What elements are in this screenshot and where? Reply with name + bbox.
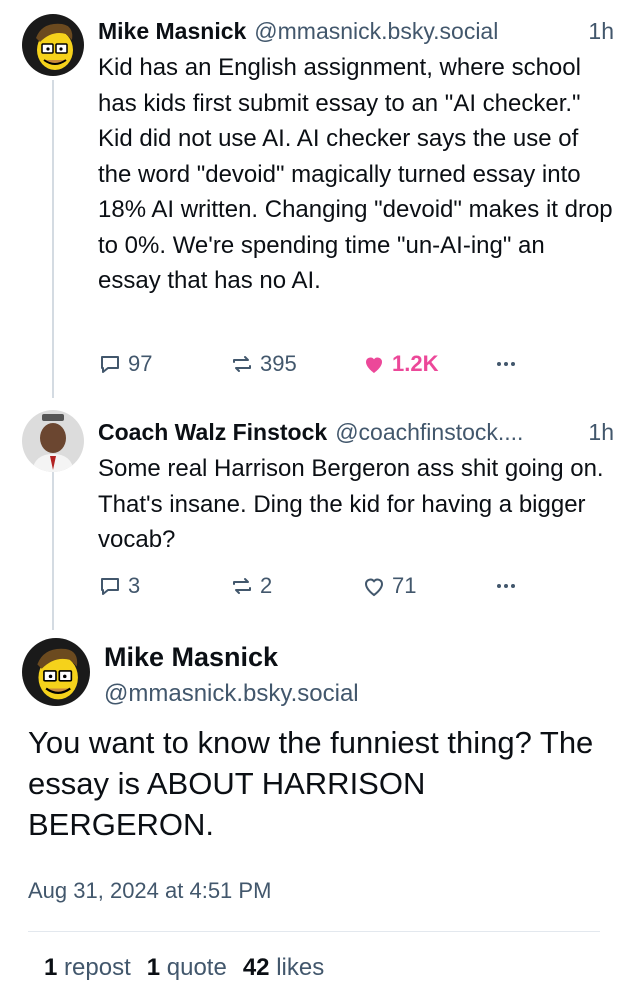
like-count: 71 bbox=[392, 573, 417, 598]
repost-button[interactable]: 2 bbox=[230, 573, 272, 599]
reposts-label: repost bbox=[64, 954, 131, 981]
post-time[interactable]: 1h bbox=[576, 417, 614, 447]
thread-line bbox=[52, 80, 54, 398]
post-actions: 97 395 1.2K bbox=[98, 349, 528, 379]
more-icon bbox=[497, 362, 515, 366]
repost-count: 2 bbox=[260, 573, 273, 598]
avatar[interactable] bbox=[22, 638, 90, 706]
heart-icon bbox=[366, 357, 382, 373]
author-name[interactable]: Mike Masnick bbox=[98, 16, 246, 46]
reposts-count: 1 bbox=[44, 954, 58, 981]
reply-button[interactable]: 3 bbox=[98, 573, 140, 599]
quotes-label: quote bbox=[166, 954, 227, 981]
reply-post[interactable]: Mike Masnick @mmasnick.bsky.social 1h Ki… bbox=[98, 16, 614, 299]
like-count: 1.2K bbox=[392, 351, 439, 376]
author-handle[interactable]: @mmasnick.bsky.social bbox=[254, 16, 498, 46]
likes-count: 42 bbox=[242, 954, 270, 981]
reply-icon bbox=[101, 356, 119, 373]
divider bbox=[28, 931, 600, 932]
post-text: Some real Harrison Bergeron ass shit goi… bbox=[98, 455, 610, 553]
avatar[interactable] bbox=[22, 410, 84, 472]
quotes-stat[interactable]: 1 quote bbox=[147, 954, 227, 982]
reposts-stat[interactable]: 1 repost bbox=[44, 954, 131, 982]
post-text: Kid has an English assignment, where sch… bbox=[98, 54, 620, 294]
post-timestamp: Aug 31, 2024 at 4:51 PM bbox=[28, 878, 272, 903]
more-button[interactable] bbox=[494, 352, 518, 376]
repost-count: 395 bbox=[260, 351, 297, 376]
author-handle[interactable]: @coachfinstock.... bbox=[335, 417, 523, 447]
repost-button[interactable]: 395 bbox=[230, 351, 297, 377]
post-actions: 3 2 71 bbox=[98, 571, 528, 601]
post-header: Mike Masnick @mmasnick.bsky.social 1h bbox=[98, 16, 614, 46]
reply-icon bbox=[101, 578, 119, 595]
reply-count: 3 bbox=[128, 573, 141, 598]
repost-icon bbox=[233, 356, 251, 372]
reply-count: 97 bbox=[128, 351, 153, 376]
post-header: Coach Walz Finstock @coachfinstock.... 1… bbox=[98, 417, 614, 447]
more-button[interactable] bbox=[494, 574, 518, 598]
reply-button[interactable]: 97 bbox=[98, 351, 152, 377]
thread-line bbox=[52, 472, 54, 630]
reply-post[interactable]: Coach Walz Finstock @coachfinstock.... 1… bbox=[98, 417, 614, 558]
heart-icon bbox=[364, 578, 384, 597]
author-name[interactable]: Mike Masnick bbox=[104, 642, 278, 673]
like-button[interactable]: 71 bbox=[362, 573, 416, 599]
author-name[interactable]: Coach Walz Finstock bbox=[98, 417, 327, 447]
avatar[interactable] bbox=[22, 14, 84, 76]
likes-label: likes bbox=[276, 954, 325, 981]
more-icon bbox=[497, 584, 515, 588]
repost-icon bbox=[233, 578, 251, 594]
author-handle[interactable]: @mmasnick.bsky.social bbox=[104, 680, 359, 708]
likes-stat[interactable]: 42 likes bbox=[243, 954, 324, 982]
like-button[interactable]: 1.2K bbox=[362, 351, 438, 377]
post-text: You want to know the funniest thing? The… bbox=[28, 725, 602, 842]
post-stats: 1 repost 1 quote 42 likes bbox=[44, 954, 324, 982]
post-time[interactable]: 1h bbox=[576, 16, 614, 46]
quotes-count: 1 bbox=[146, 954, 161, 981]
